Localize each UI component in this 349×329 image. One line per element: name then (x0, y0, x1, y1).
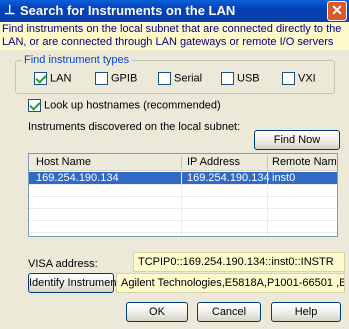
grid-line (29, 232, 337, 233)
title-bar[interactable]: ⊥ Search for Instruments on the LAN ✕ (0, 0, 349, 22)
checkbox-vxi[interactable]: VXI (282, 72, 316, 85)
column-ip-address[interactable]: IP Address (187, 156, 240, 168)
help-button[interactable]: Help (271, 302, 341, 322)
grid-line (29, 196, 337, 197)
vxi-checkbox-box[interactable] (282, 72, 295, 85)
window-title: Search for Instruments on the LAN (20, 3, 236, 18)
grid-line (29, 184, 337, 185)
find-now-button[interactable]: Find Now (254, 130, 340, 150)
checkbox-gpib[interactable]: GPIB (95, 72, 137, 85)
visa-address-field[interactable]: TCPIP0::169.254.190.134::inst0::INSTR (133, 252, 345, 272)
cell-remote: inst0 (272, 172, 296, 184)
column-separator (181, 156, 182, 169)
usb-checkbox-box[interactable] (221, 72, 234, 85)
column-host-name[interactable]: Host Name (36, 156, 91, 168)
checkbox-usb[interactable]: USB (221, 72, 260, 85)
table-header: Host Name IP Address Remote Name (29, 154, 337, 171)
lan-checkbox-box[interactable] (34, 72, 47, 85)
antenna-icon: ⊥ (4, 2, 16, 17)
cancel-button[interactable]: Cancel (197, 302, 261, 322)
grid-line (181, 171, 182, 236)
cell-host: 169.254.190.134 (36, 172, 119, 184)
ok-button[interactable]: OK (126, 302, 188, 322)
serial-checkbox-box[interactable] (158, 72, 171, 85)
group-legend: Find instrument types (22, 54, 132, 66)
description-text: Find instruments on the local subnet tha… (0, 22, 349, 50)
table-row[interactable]: 169.254.190.134 169.254.190.134 inst0 (29, 172, 337, 184)
checkbox-lan[interactable]: LAN (34, 72, 71, 85)
lookup-hostnames-checkbox[interactable]: Look up hostnames (recommended) (28, 99, 221, 112)
lookup-hostnames-box[interactable] (28, 99, 41, 112)
grid-line (29, 220, 337, 221)
instruments-table[interactable]: Host Name IP Address Remote Name 169.254… (28, 153, 338, 237)
visa-address-label: VISA address: (28, 258, 98, 270)
column-remote-name[interactable]: Remote Name (272, 156, 337, 168)
checkbox-serial[interactable]: Serial (158, 72, 202, 85)
grid-line (267, 171, 268, 236)
instrument-types-group: Find instrument types LAN GPIB Serial US… (15, 54, 335, 94)
grid-line (29, 208, 337, 209)
column-separator (267, 156, 268, 169)
identify-instrument-button[interactable]: Identify Instrument (28, 273, 120, 293)
discovered-label: Instruments discovered on the local subn… (28, 121, 241, 133)
close-icon: ✕ (331, 2, 343, 18)
gpib-checkbox-box[interactable] (95, 72, 108, 85)
close-button[interactable]: ✕ (327, 1, 347, 21)
identify-result-field[interactable]: Agilent Technologies,E5818A,P1001-66501 … (116, 273, 345, 293)
cell-ip: 169.254.190.134 (187, 172, 270, 184)
